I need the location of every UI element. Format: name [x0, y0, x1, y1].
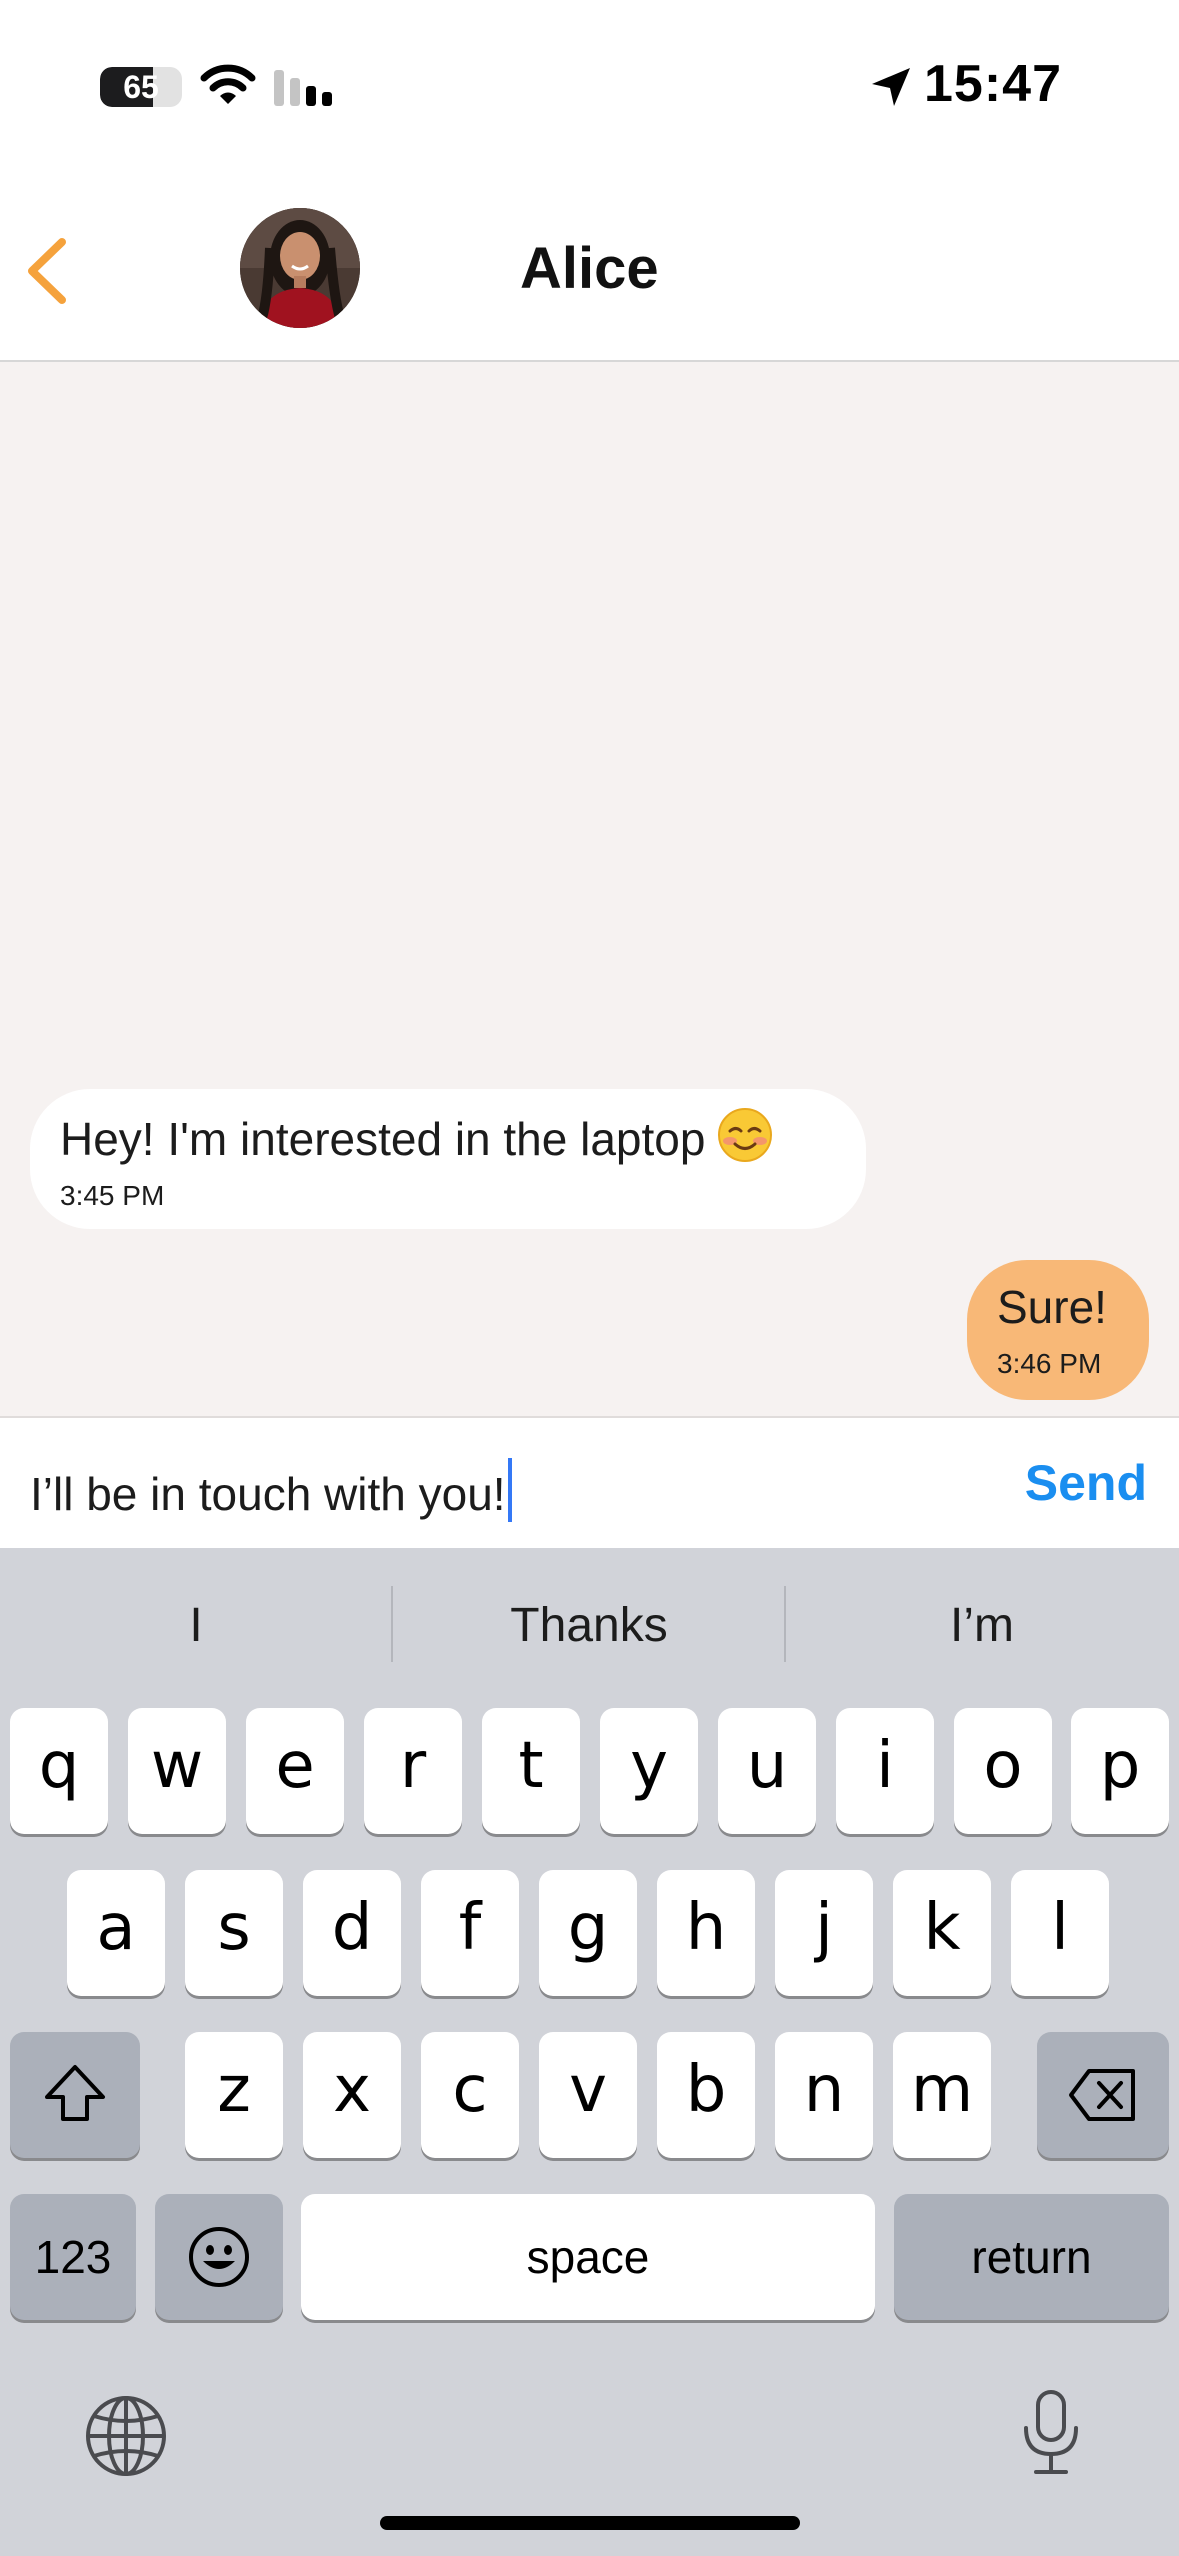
message-list: Hey! I'm interested in the laptop 3:45 P… [0, 362, 1179, 1416]
key-w[interactable]: w [128, 1708, 226, 1834]
key-h[interactable]: h [657, 1870, 755, 1996]
key-m[interactable]: m [893, 2032, 991, 2158]
suggestion-2[interactable]: Thanks [393, 1598, 785, 1653]
key-y[interactable]: y [600, 1708, 698, 1834]
key-f[interactable]: f [421, 1870, 519, 1996]
key-a[interactable]: a [67, 1870, 165, 1996]
message-text: Sure! [997, 1281, 1107, 1333]
keyboard: I Thanks I’m q w e r t y u i o p a s d f… [0, 1548, 1179, 2556]
key-r[interactable]: r [364, 1708, 462, 1834]
incoming-message-bubble: Hey! I'm interested in the laptop 3:45 P… [30, 1089, 866, 1229]
message-time: 3:46 PM [997, 1348, 1102, 1379]
shift-icon [45, 2065, 105, 2121]
key-i[interactable]: i [836, 1708, 934, 1834]
key-j[interactable]: j [775, 1870, 873, 1996]
status-bar: 65 15:47 [0, 0, 1179, 170]
shift-key[interactable] [10, 2032, 140, 2158]
message-input[interactable]: I’ll be in touch with you! [30, 1458, 512, 1522]
key-c[interactable]: c [421, 2032, 519, 2158]
location-arrow-icon [872, 68, 910, 106]
avatar-photo [240, 208, 360, 328]
key-v[interactable]: v [539, 2032, 637, 2158]
delete-icon [1069, 2069, 1135, 2121]
numbers-key[interactable]: 123 [10, 2194, 136, 2320]
home-indicator[interactable] [380, 2516, 800, 2530]
key-b[interactable]: b [657, 2032, 755, 2158]
message-composer: I’ll be in touch with you! Send [0, 1416, 1179, 1548]
chat-screen: 65 15:47 Alice Hey! I'm interested in th… [0, 0, 1179, 2556]
key-q[interactable]: q [10, 1708, 108, 1834]
contact-avatar[interactable] [240, 208, 360, 328]
key-n[interactable]: n [775, 2032, 873, 2158]
outgoing-message-bubble: Sure! 3:46 PM [967, 1260, 1149, 1400]
suggestion-3[interactable]: I’m [786, 1598, 1178, 1653]
key-d[interactable]: d [303, 1870, 401, 1996]
text-caret [507, 1458, 512, 1522]
globe-icon[interactable] [84, 2394, 168, 2478]
message-time: 3:45 PM [60, 1180, 165, 1211]
key-s[interactable]: s [185, 1870, 283, 1996]
message-input-value: I’ll be in touch with you! [30, 1468, 506, 1520]
emoji-icon [189, 2227, 249, 2287]
message-text: Hey! I'm interested in the laptop [60, 1113, 706, 1165]
emoji-key[interactable] [155, 2194, 283, 2320]
status-time: 15:47 [924, 55, 1062, 113]
key-u[interactable]: u [718, 1708, 816, 1834]
return-key[interactable]: return [894, 2194, 1169, 2320]
key-e[interactable]: e [246, 1708, 344, 1834]
contact-name: Alice [520, 236, 659, 301]
wifi-icon [200, 64, 256, 104]
key-t[interactable]: t [482, 1708, 580, 1834]
battery-indicator: 65 [100, 67, 182, 107]
cellular-signal-icon [274, 70, 332, 106]
microphone-icon[interactable] [1016, 2388, 1086, 2478]
suggestion-1[interactable]: I [0, 1598, 392, 1653]
key-l[interactable]: l [1011, 1870, 1109, 1996]
key-p[interactable]: p [1071, 1708, 1169, 1834]
send-button[interactable]: Send [1025, 1454, 1147, 1512]
predictive-bar: I Thanks I’m [0, 1548, 1179, 1698]
back-chevron-icon[interactable] [14, 228, 84, 314]
key-x[interactable]: x [303, 2032, 401, 2158]
key-o[interactable]: o [954, 1708, 1052, 1834]
key-g[interactable]: g [539, 1870, 637, 1996]
delete-key[interactable] [1037, 2032, 1169, 2158]
space-key[interactable]: space [301, 2194, 875, 2320]
battery-percent: 65 [123, 69, 159, 105]
smiling-face-emoji-icon [718, 1108, 773, 1162]
key-k[interactable]: k [893, 1870, 991, 1996]
key-z[interactable]: z [185, 2032, 283, 2158]
chat-header: Alice [0, 170, 1179, 362]
